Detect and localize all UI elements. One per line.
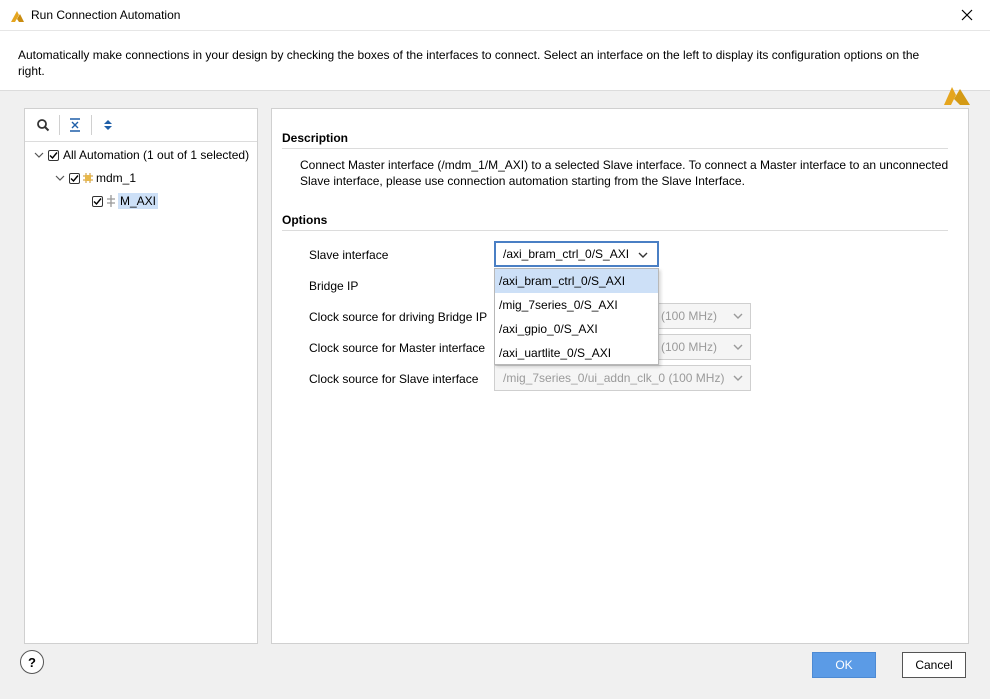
dropdown-option[interactable]: /axi_uartlite_0/S_AXI: [495, 341, 658, 365]
slave-interface-dropdown: /axi_bram_ctrl_0/S_AXI /mig_7series_0/S_…: [494, 268, 659, 365]
check-icon: [70, 174, 79, 182]
bridge-ip-label: Bridge IP: [309, 279, 359, 293]
tree-item-label: All Automation (1 out of 1 selected): [63, 148, 250, 162]
cancel-button[interactable]: Cancel: [902, 652, 966, 678]
dropdown-option[interactable]: /axi_bram_ctrl_0/S_AXI: [495, 269, 658, 293]
clock-slave-label: Clock source for Slave interface: [309, 372, 479, 386]
dropdown-option[interactable]: /axi_gpio_0/S_AXI: [495, 317, 658, 341]
title-bar: Run Connection Automation: [0, 0, 990, 31]
vivado-large-logo-icon: [944, 87, 970, 105]
help-button[interactable]: ?: [20, 650, 44, 674]
chevron-down-icon: [733, 344, 743, 350]
expand-all-button[interactable]: [99, 116, 117, 134]
expand-all-icon: [104, 120, 112, 130]
chevron-down-icon: [733, 375, 743, 381]
chevron-down-icon: [638, 252, 648, 258]
tree-toolbar: [25, 109, 257, 142]
banner-instructions: Automatically make connections in your d…: [18, 48, 920, 78]
close-icon: [961, 9, 973, 21]
vivado-logo-icon: [11, 11, 24, 22]
search-button[interactable]: [34, 116, 52, 134]
combo-value: (100 MHz): [661, 309, 718, 323]
tree-item-m-axi[interactable]: M_AXI: [92, 191, 159, 211]
header-banner: Automatically make connections in your d…: [0, 31, 990, 105]
tree-item-label: M_AXI: [118, 193, 159, 209]
slave-interface-select[interactable]: /axi_bram_ctrl_0/S_AXI: [494, 241, 659, 267]
slave-interface-label: Slave interface: [309, 248, 389, 262]
collapse-all-button[interactable]: [66, 116, 84, 134]
check-icon: [93, 197, 102, 205]
description-text: Connect Master interface (/mdm_1/M_AXI) …: [300, 158, 949, 188]
combo-value: /mig_7series_0/ui_addn_clk_0 (100 MHz): [503, 371, 725, 385]
dropdown-option[interactable]: /mig_7series_0/S_AXI: [495, 293, 658, 317]
axi-interface-icon: [107, 195, 115, 207]
options-heading: Options: [282, 213, 328, 227]
ok-button[interactable]: OK: [812, 652, 876, 678]
interface-tree-panel: All Automation (1 out of 1 selected) mdm…: [24, 108, 258, 644]
all-automation-checkbox[interactable]: [48, 149, 59, 161]
clock-driving-bridge-label: Clock source for driving Bridge IP: [309, 310, 488, 324]
divider: [282, 148, 948, 149]
configuration-panel: Description Connect Master interface (/m…: [271, 108, 969, 644]
clock-master-label: Clock source for Master interface: [309, 341, 486, 355]
combo-value: /axi_bram_ctrl_0/S_AXI: [503, 247, 630, 261]
search-icon: [37, 119, 50, 132]
tree-item-all-automation[interactable]: All Automation (1 out of 1 selected): [34, 145, 249, 165]
ip-core-icon: [83, 173, 93, 183]
chevron-down-icon[interactable]: [55, 173, 65, 183]
description-heading: Description: [282, 131, 349, 145]
tree-item-label: mdm_1: [96, 171, 137, 185]
tree-item-mdm-1[interactable]: mdm_1: [55, 168, 136, 188]
window-title: Run Connection Automation: [31, 8, 181, 22]
chevron-down-icon[interactable]: [34, 150, 44, 160]
divider: [282, 230, 948, 231]
chevron-down-icon: [733, 313, 743, 319]
combo-value: (100 MHz): [661, 340, 718, 354]
clock-slave-select[interactable]: /mig_7series_0/ui_addn_clk_0 (100 MHz): [494, 365, 751, 391]
check-icon: [49, 151, 58, 159]
m-axi-checkbox[interactable]: [92, 195, 103, 207]
mdm-1-checkbox[interactable]: [69, 172, 80, 184]
collapse-all-icon: [70, 118, 80, 132]
close-button[interactable]: [944, 0, 990, 30]
